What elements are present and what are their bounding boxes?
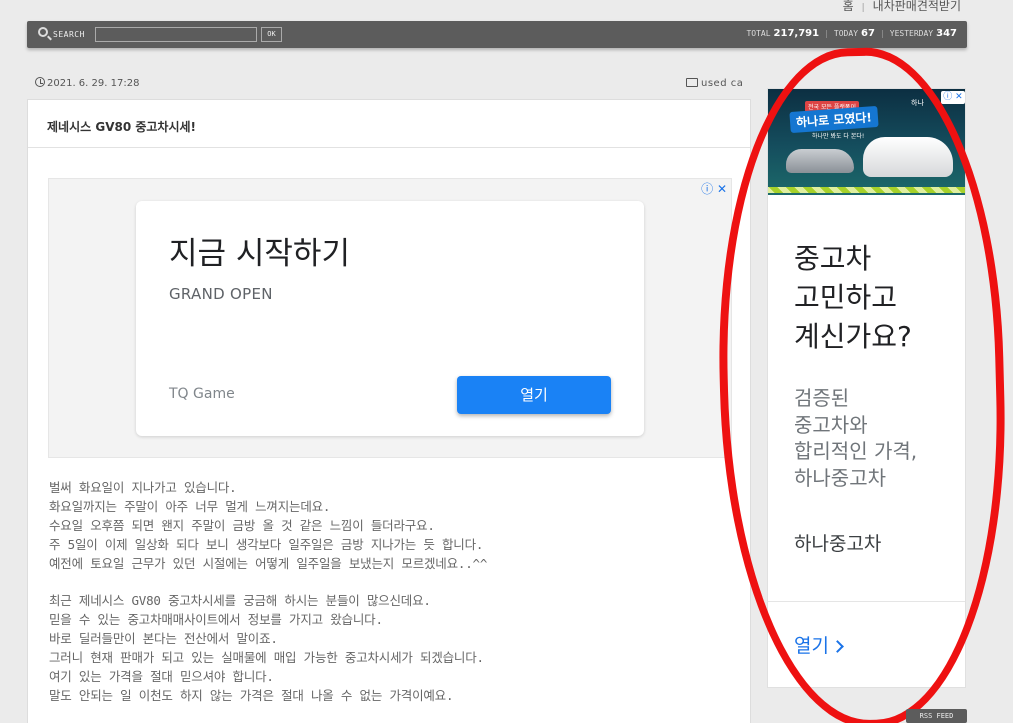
inline-ad-advertiser: TQ Game <box>169 386 235 402</box>
banner-sub-text: 하나만 봐도 다 본다! <box>812 133 865 140</box>
post-paragraph: 벌써 화요일이 지나가고 있습니다. <box>49 480 237 495</box>
sidebar-ad[interactable]: 전국 모든 플랫폼이 하나로 모였다! 하나만 봐도 다 본다! 하나 ⓘ ✕ … <box>767 88 966 688</box>
post-card: 제네시스 GV80 중고차시세! ⓘ ✕ 지금 시작하기 GRAND OPEN … <box>27 99 751 723</box>
stats-separator: | <box>824 29 829 38</box>
sidebar-ad-headline[interactable]: 중고차 고민하고 계신가요? <box>794 239 912 356</box>
inline-ad-open-button[interactable]: 열기 <box>457 376 611 414</box>
adchoices-icon[interactable]: ⓘ ✕ <box>941 91 965 104</box>
post-paragraph: 화요일까지는 주말이 아주 너무 멀게 느껴지는데요. <box>49 498 331 514</box>
post-paragraph: 믿을 수 있는 중고차매매사이트에서 정보를 가지고 왔습니다. <box>49 612 383 628</box>
banner-logo: 하나 <box>911 99 924 107</box>
search-toolbar: SEARCH OK TOTAL 217,791 | TODAY 67 | YESTERDAY… <box>27 21 967 48</box>
top-links: 홈 | 내차판매견적받기 <box>843 0 961 14</box>
search-ok-button[interactable]: OK <box>261 27 282 42</box>
yesterday-label: YESTERDAY <box>889 29 934 38</box>
post-paragraph: 예전에 토요일 근무가 있던 시절에는 어떻게 일주일을 보냈는지 모르겠네요.… <box>49 555 488 571</box>
yesterday-value: 347 <box>936 28 957 39</box>
banner-main-text: 하나로 모였다! <box>789 105 879 134</box>
post-date-text: 2021. 6. 29. 17:28 <box>47 78 140 89</box>
banner-stripe <box>768 187 965 193</box>
post-paragraph: 그러니 현재 판매가 되고 있는 실매물에 매입 가능한 중고차시세가 되겠습니… <box>49 650 484 666</box>
post-paragraph: 수요일 오후쯤 되면 왠지 주말이 금방 올 것 같은 느낌이 들더라구요. <box>49 517 435 533</box>
post-category[interactable]: used ca <box>686 78 743 89</box>
post-category-text[interactable]: used ca <box>701 78 743 89</box>
description-line: 중고차와 <box>794 412 868 437</box>
sidebar-ad-open-label[interactable]: 열기 <box>794 635 829 657</box>
post-paragraph: 말도 안되는 일 이천도 하지 않는 가격은 절대 나올 수 없는 가격이예요. <box>49 687 454 703</box>
inline-ad[interactable]: ⓘ ✕ 지금 시작하기 GRAND OPEN TQ Game 열기 <box>48 178 732 458</box>
sidebar-ad-description: 검증된 중고차와 합리적인 가격, 하나중고차 <box>794 385 917 491</box>
sidebar-ad-advertiser: 하나중고차 <box>794 533 882 555</box>
post-paragraph <box>49 573 487 592</box>
sidebar-ad-banner[interactable]: 전국 모든 플랫폼이 하나로 모였다! 하나만 봐도 다 본다! 하나 ⓘ ✕ <box>768 89 965 195</box>
total-value: 217,791 <box>773 28 820 39</box>
description-line: 검증된 <box>794 386 850 410</box>
inline-ad-headline[interactable]: 지금 시작하기 <box>169 228 350 273</box>
description-line: 하나중고차 <box>794 465 886 490</box>
headline-line: 고민하고 <box>794 281 898 314</box>
inline-ad-card[interactable]: 지금 시작하기 GRAND OPEN TQ Game 열기 <box>136 201 644 436</box>
sell-quote-link[interactable]: 내차판매견적받기 <box>873 0 961 14</box>
search-icon <box>38 27 48 37</box>
post-divider <box>28 147 750 148</box>
today-label: TODAY <box>833 29 859 38</box>
rss-feed-button[interactable]: RSS FEED <box>906 709 967 723</box>
description-line: 합리적인 가격, <box>794 439 918 463</box>
search-label: SEARCH <box>53 30 85 39</box>
clock-icon <box>35 77 45 87</box>
suv-image <box>863 137 953 177</box>
stats-separator: | <box>879 29 885 38</box>
visitor-stats: TOTAL 217,791 | TODAY 67 | YESTERDAY 347 <box>746 28 957 39</box>
post-paragraph: 여기 있는 가격을 절대 믿으셔야 합니다. <box>49 668 274 684</box>
folder-icon <box>686 78 698 87</box>
post-paragraph: 바로 딜러들만이 본다는 전산에서 말이죠. <box>49 631 278 647</box>
inline-ad-subline: GRAND OPEN <box>169 285 273 303</box>
headline-line: 중고차 <box>794 242 872 275</box>
post-paragraph: 주 5일이 이제 일상화 되다 보니 생각보다 일주일은 금방 지나가는 듯 합… <box>49 536 484 552</box>
search-input[interactable] <box>95 27 257 42</box>
sedan-image <box>786 149 854 173</box>
home-link[interactable]: 홈 <box>843 0 854 14</box>
chevron-right-icon <box>831 640 844 653</box>
top-links-separator: | <box>861 3 865 13</box>
headline-line: 계신가요? <box>794 320 912 353</box>
sidebar-ad-divider <box>768 601 965 602</box>
post-title[interactable]: 제네시스 GV80 중고차시세! <box>47 118 196 135</box>
sidebar-ad-open-link[interactable]: 열기 <box>794 631 844 658</box>
today-value: 67 <box>861 28 875 39</box>
post-body: 벌써 화요일이 지나가고 있습니다. 화요일까지는 주말이 아주 너무 멀게 느… <box>49 479 487 706</box>
post-date: 2021. 6. 29. 17:28 <box>35 77 139 89</box>
adchoices-icon[interactable]: ⓘ ✕ <box>701 180 727 197</box>
post-paragraph: 최근 제네시스 GV80 중고차시세를 궁금해 하시는 분들이 많으신데요. <box>49 593 431 609</box>
total-label: TOTAL <box>746 29 771 38</box>
